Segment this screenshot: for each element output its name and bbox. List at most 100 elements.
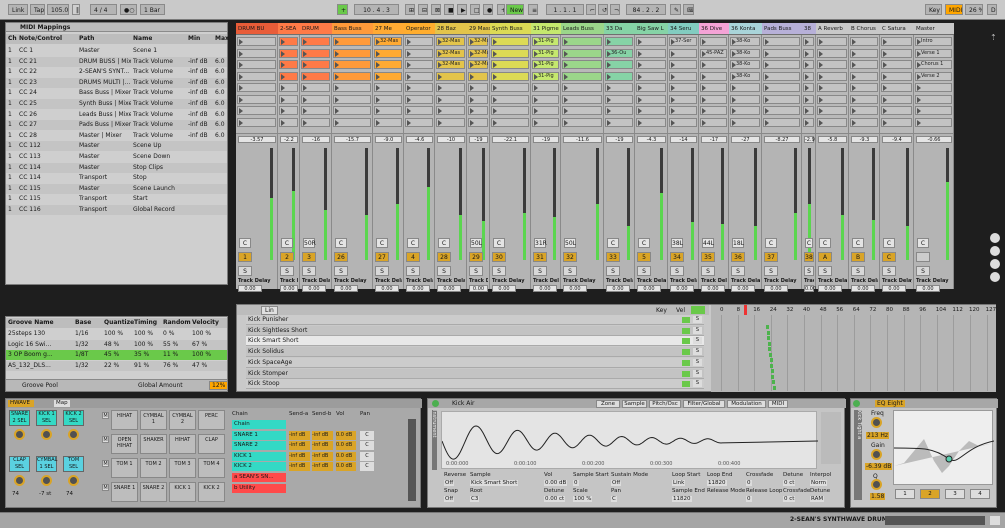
- groove-cell[interactable]: 100 %: [192, 350, 225, 360]
- param-value[interactable]: Link: [672, 480, 686, 486]
- clip-slot[interactable]: [562, 94, 602, 104]
- clip-launch-icon[interactable]: [819, 85, 823, 91]
- clip-launch-icon[interactable]: [303, 62, 307, 68]
- row-play-icon[interactable]: [682, 370, 690, 377]
- clip-launch-icon[interactable]: [281, 119, 285, 126]
- clip-launch-icon[interactable]: [407, 108, 411, 114]
- clip-launch-icon[interactable]: [470, 73, 474, 80]
- macro-value[interactable]: 74: [12, 491, 32, 497]
- clip-launch-icon[interactable]: [805, 108, 809, 114]
- solo-button[interactable]: S: [701, 266, 715, 276]
- clip-launch-icon[interactable]: [493, 39, 497, 45]
- clip-launch-icon[interactable]: [671, 108, 675, 114]
- clip-launch-icon[interactable]: [376, 119, 380, 126]
- mapping-row[interactable]: 1 CC 24 Bass Buss | Mixer Track Volume -inf …: [6, 88, 227, 98]
- solo-button[interactable]: S: [804, 266, 814, 276]
- velocity-note[interactable]: [766, 325, 769, 329]
- clip-launch-icon[interactable]: [376, 85, 380, 91]
- clip-launch-icon[interactable]: [534, 73, 538, 80]
- param-value[interactable]: C3: [470, 496, 480, 502]
- time-signature-field[interactable]: 4 / 4: [90, 4, 117, 15]
- pan-knob[interactable]: C: [819, 238, 831, 248]
- clip-launch-icon[interactable]: [534, 119, 538, 126]
- clip-launch-icon[interactable]: [702, 85, 706, 91]
- drum-pad[interactable]: CYMBAL 1: [140, 410, 167, 430]
- mapping-row[interactable]: 1 CC 25 Synth Buss | Mixer Track Volume -inf…: [6, 99, 227, 109]
- track-delay-value[interactable]: 0.00: [280, 285, 298, 292]
- groove-cell[interactable]: 100 %: [134, 340, 161, 350]
- pan-knob[interactable]: 50L: [470, 238, 482, 248]
- clip-launch-icon[interactable]: [335, 108, 339, 114]
- clip-launch-icon[interactable]: [534, 50, 538, 57]
- chain-name[interactable]: a SEAN'S SN...: [232, 473, 286, 482]
- clip-launch-icon[interactable]: [765, 108, 769, 114]
- track-delay-value[interactable]: 0.00: [492, 285, 516, 292]
- groove-cell[interactable]: 1/8T: [75, 350, 102, 360]
- row-solo-button[interactable]: S: [693, 326, 702, 334]
- row-play-icon[interactable]: [682, 381, 690, 388]
- clip-launch-icon[interactable]: [883, 73, 887, 80]
- track-title[interactable]: Leads Buss: [561, 23, 604, 35]
- solo-button[interactable]: S: [533, 266, 547, 276]
- volume-value[interactable]: -22.1: [492, 136, 529, 143]
- chain-name[interactable]: SNARE 1: [232, 430, 286, 440]
- drum-pad[interactable]: PERC: [198, 410, 225, 430]
- clip-launch-icon[interactable]: [335, 50, 339, 57]
- chain-name[interactable]: SNARE 2: [232, 441, 286, 451]
- send-a-value[interactable]: -inf dB: [289, 441, 310, 451]
- clip-launch-icon[interactable]: [407, 50, 411, 57]
- pan-knob[interactable]: C: [765, 238, 777, 248]
- drum-pad[interactable]: OPEN HIHAT: [111, 434, 138, 454]
- velocity-note[interactable]: [766, 330, 770, 335]
- clip-launch-icon[interactable]: [335, 119, 339, 126]
- groove-cell[interactable]: 47 %: [192, 361, 225, 371]
- clip-launch-icon[interactable]: [671, 73, 675, 80]
- velocity-note[interactable]: [771, 374, 775, 379]
- groove-row[interactable]: 25steps 130 1/16 100 % 100 % 0 % 100 %: [6, 329, 227, 339]
- solo-button[interactable]: S: [637, 266, 651, 276]
- pan-knob[interactable]: 38L: [671, 238, 683, 248]
- drum-pad[interactable]: SNARE 2: [140, 482, 167, 502]
- volume-value[interactable]: -8.27: [764, 136, 800, 143]
- drum-pad[interactable]: TOM 2: [140, 458, 167, 478]
- track-delay-value[interactable]: 0.00: [851, 285, 875, 292]
- groove-row[interactable]: 3 OP Boom g... 1/8T 45 % 35 % 11 % 100 %: [6, 350, 227, 360]
- drum-pad[interactable]: KICK 1: [169, 482, 196, 502]
- clip-launch-icon[interactable]: [281, 108, 285, 114]
- drum-pad[interactable]: SHAKER: [140, 434, 167, 454]
- mapping-row[interactable]: 1 CC 23 DRUMS MULTI |... Track Volume -inf d…: [6, 77, 227, 88]
- velocity-note[interactable]: [772, 380, 775, 384]
- chain-name[interactable]: Chain: [232, 420, 286, 429]
- clip-launch-icon[interactable]: [765, 62, 769, 68]
- clip-launch-icon[interactable]: [702, 50, 706, 57]
- clip-launch-icon[interactable]: [819, 62, 823, 68]
- param-value[interactable]: 0 ct: [783, 480, 796, 486]
- track-title[interactable]: 2-SEA: [278, 23, 300, 35]
- mapping-row[interactable]: 1 CC 28 Master | Mixer Track Volume -inf dB 6…: [6, 131, 227, 141]
- groove-cell[interactable]: 22 %: [104, 361, 132, 371]
- track-activator[interactable]: 27: [375, 252, 389, 262]
- clip-launch-icon[interactable]: [335, 85, 339, 91]
- clip-launch-icon[interactable]: [438, 119, 442, 126]
- map-button[interactable]: Map: [54, 400, 70, 407]
- clip-launch-icon[interactable]: [702, 108, 706, 114]
- row-play-icon[interactable]: [682, 349, 690, 356]
- pan-knob[interactable]: C: [883, 238, 895, 248]
- track-activator[interactable]: 4: [406, 252, 420, 262]
- pad-mute-icon[interactable]: M: [102, 484, 109, 491]
- macro-knob[interactable]: [14, 475, 25, 486]
- clip-launch-icon[interactable]: [732, 96, 736, 103]
- pan-knob[interactable]: 18L: [732, 238, 744, 248]
- clip-launch-icon[interactable]: [917, 85, 921, 91]
- clip-launch-icon[interactable]: [819, 96, 823, 103]
- volume-value[interactable]: -10: [437, 136, 465, 143]
- macro-pad[interactable]: CLAP SEL: [9, 456, 30, 472]
- track-activator[interactable]: 33: [606, 252, 620, 262]
- clip-launch-icon[interactable]: [438, 39, 442, 45]
- mapping-row[interactable]: 1 CC 1 Master Scene 1: [6, 46, 227, 56]
- clip-launch-icon[interactable]: [765, 96, 769, 103]
- pan-knob[interactable]: C: [917, 238, 929, 248]
- clip-launch-icon[interactable]: [281, 39, 285, 45]
- param-value[interactable]: 11820: [672, 496, 692, 502]
- chain-name[interactable]: KICK 2: [232, 462, 286, 472]
